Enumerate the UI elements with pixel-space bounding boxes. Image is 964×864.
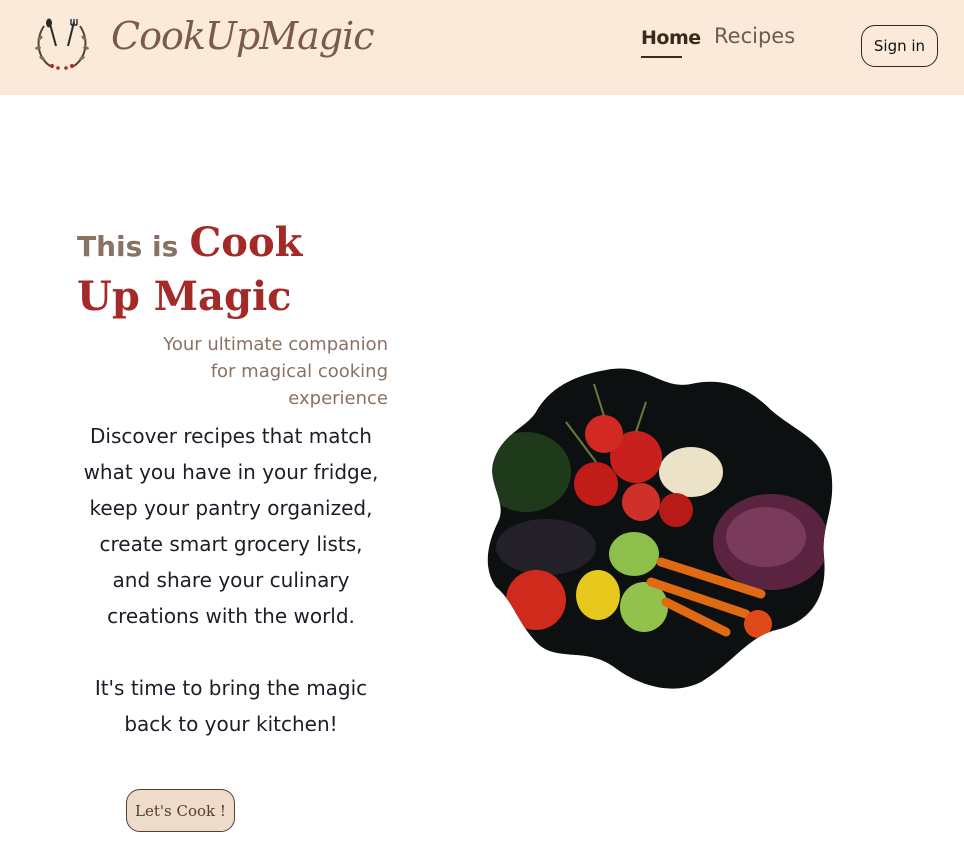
navbar: CookUpMagic Home Recipes Sign in xyxy=(0,0,964,95)
hero-title-cook: Cook xyxy=(189,219,303,266)
lets-cook-button[interactable]: Let's Cook ! xyxy=(126,789,235,832)
hero-title-up-magic: Up Magic xyxy=(77,273,292,320)
sign-in-button[interactable]: Sign in xyxy=(861,25,938,67)
nav-link-recipes[interactable]: Recipes xyxy=(714,24,795,48)
nav-link-home[interactable]: Home xyxy=(641,27,701,49)
hero-call-to-magic: It's time to bring the magic back to you… xyxy=(94,676,368,736)
vegetables-image xyxy=(487,368,833,689)
hero-title-prefix: This is xyxy=(77,230,179,263)
hero-title: This is Cook Up Magic xyxy=(77,218,337,324)
brand-logo-text[interactable]: CookUpMagic xyxy=(111,14,375,58)
wreath-utensils-icon[interactable] xyxy=(30,16,94,74)
hero-description: Discover recipes that match what you hav… xyxy=(83,424,379,628)
active-nav-underline xyxy=(641,56,682,58)
hero-tagline: Your ultimate companion for magical cook… xyxy=(163,334,388,409)
